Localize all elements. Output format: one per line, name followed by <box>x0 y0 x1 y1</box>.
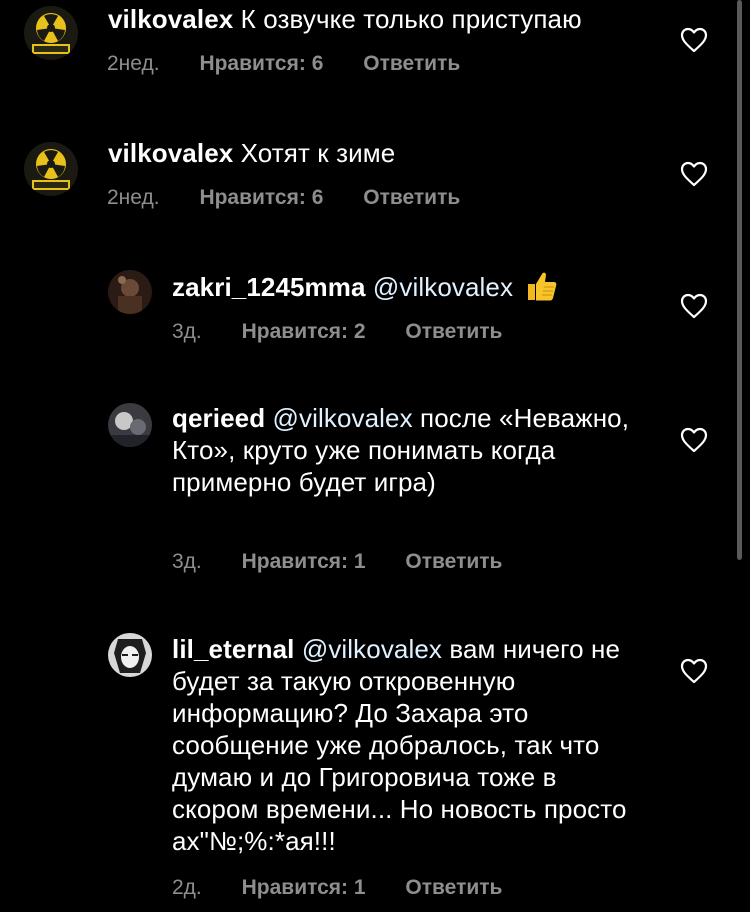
reply-button[interactable]: Ответить <box>363 186 460 210</box>
comment-text: zakri_1245mma @vilkovalex <box>172 270 662 303</box>
mention-link[interactable]: @vilkovalex <box>373 272 513 302</box>
reply-button[interactable]: Ответить <box>405 550 502 574</box>
comment-body: К озвучке только приступаю <box>240 4 582 34</box>
username[interactable]: qerieed <box>172 403 265 433</box>
username[interactable]: zakri_1245mma <box>172 272 366 302</box>
comment-meta: 3д. Нравится: 1 Ответить <box>172 550 502 574</box>
timestamp: 2д. <box>172 876 202 899</box>
comment-body: Хотят к зиме <box>240 138 396 168</box>
mention-link[interactable]: @vilkovalex <box>273 403 413 433</box>
like-count[interactable]: Нравится: 1 <box>242 876 366 900</box>
timestamp: 2нед. <box>107 52 160 75</box>
comment-text: vilkovalex К озвучке только приступаю <box>108 3 668 35</box>
thumbs-up-emoji <box>528 272 557 301</box>
like-count[interactable]: Нравится: 2 <box>242 320 366 344</box>
timestamp: 2нед. <box>107 186 160 209</box>
heart-icon[interactable] <box>680 161 708 187</box>
avatar[interactable] <box>24 142 78 196</box>
like-count[interactable]: Нравится: 6 <box>199 186 323 210</box>
avatar[interactable] <box>24 6 78 60</box>
scrollbar[interactable] <box>737 0 742 560</box>
timestamp: 3д. <box>172 550 202 573</box>
avatar[interactable] <box>108 633 152 677</box>
comment-text: qerieed @vilkovalex после «Неважно, Кто»… <box>172 402 642 498</box>
reply-button[interactable]: Ответить <box>405 320 502 344</box>
comment-text: vilkovalex Хотят к зиме <box>108 137 668 169</box>
reply-button[interactable]: Ответить <box>363 52 460 76</box>
username[interactable]: vilkovalex <box>108 4 233 34</box>
reply-button[interactable]: Ответить <box>405 876 502 900</box>
avatar[interactable] <box>108 403 152 447</box>
comment-meta: 2нед. Нравится: 6 Ответить <box>107 186 460 210</box>
avatar[interactable] <box>108 270 152 314</box>
comment-meta: 2нед. Нравится: 6 Ответить <box>107 52 460 76</box>
timestamp: 3д. <box>172 320 202 343</box>
mention-link[interactable]: @vilkovalex <box>302 634 442 664</box>
like-count[interactable]: Нравится: 1 <box>242 550 366 574</box>
heart-icon[interactable] <box>680 293 708 319</box>
comment-text: lil_eternal @vilkovalex вам ничего не бу… <box>172 633 642 857</box>
username[interactable]: vilkovalex <box>108 138 233 168</box>
comment-body: вам ничего не будет за такую откровенную… <box>172 634 627 856</box>
comment-meta: 2д. Нравится: 1 Ответить <box>172 876 502 900</box>
username[interactable]: lil_eternal <box>172 634 295 664</box>
like-count[interactable]: Нравится: 6 <box>199 52 323 76</box>
heart-icon[interactable] <box>680 427 708 453</box>
comment-meta: 3д. Нравится: 2 Ответить <box>172 320 502 344</box>
heart-icon[interactable] <box>680 27 708 53</box>
heart-icon[interactable] <box>680 658 708 684</box>
